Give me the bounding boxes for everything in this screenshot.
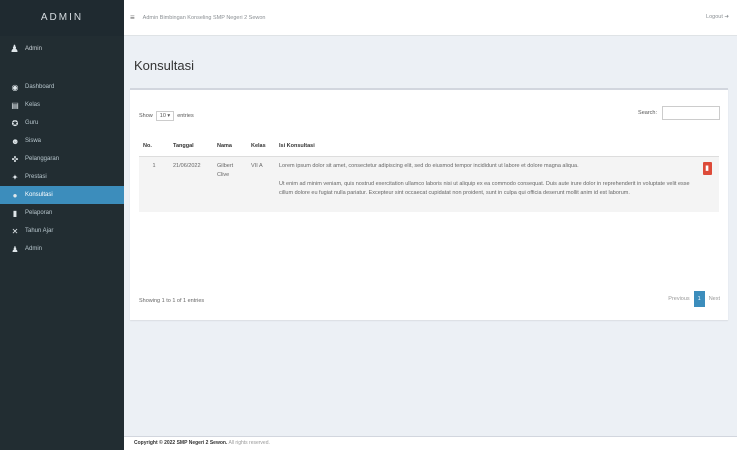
user-icon: ♟ (10, 43, 19, 55)
consultation-paragraph: Ut enim ad minim veniam, quis nostrud ex… (279, 180, 690, 196)
sidebar-item-kelas[interactable]: ▤ Kelas (0, 96, 124, 114)
sidebar-item-label: Prestasi (25, 174, 47, 180)
col-kelas[interactable]: Kelas (247, 136, 275, 157)
col-isi-konsultasi[interactable]: Isi Konsultasi (275, 136, 695, 157)
previous-button[interactable]: Previous (668, 296, 689, 302)
sidebar-item-prestasi[interactable]: ✦ Prestasi (0, 168, 124, 186)
cell-no: 1 (139, 156, 169, 212)
entries-value: 10 (159, 113, 166, 119)
delete-button[interactable]: ▮ (702, 161, 712, 175)
list-icon: ▤ (11, 100, 19, 110)
header-title: Admin Bimbingan Konseling SMP Negeri 2 S… (142, 14, 266, 21)
menu-toggle-icon[interactable]: ≡ (130, 13, 135, 22)
sidebar-item-label: Konsultasi (25, 192, 53, 198)
trash-icon: ▮ (705, 164, 709, 172)
copyright-text: Copyright © 2022 SMP Negeri 2 Sewon. (134, 440, 228, 446)
next-button[interactable]: Next (709, 296, 720, 302)
file-icon: ▮ (12, 208, 18, 218)
sidebar: ADMIN ♟ Admin ◉ Dashboard ▤ Kelas ✪ Guru ☻ Sisw… (0, 0, 124, 450)
entries-select[interactable]: 10 ▾ (155, 111, 175, 121)
cell-action: ▮ (695, 156, 719, 212)
sidebar-item-label: Kelas (25, 102, 41, 108)
page-1-button[interactable]: 1 (693, 291, 705, 307)
sidebar-item-siswa[interactable]: ☻ Siswa (0, 132, 124, 150)
page-footer: Copyright © 2022 SMP Negeri 2 Sewon. All… (124, 436, 737, 450)
entries-label: entries (177, 113, 194, 119)
logout-label: Logout (706, 14, 723, 20)
user-panel[interactable]: ♟ Admin (0, 36, 124, 62)
crossroads-icon: ✕ (11, 226, 19, 236)
sidebar-item-tahun-ajar[interactable]: ✕ Tahun Ajar (0, 222, 124, 240)
chevron-down-icon: ▾ (167, 113, 171, 119)
table-header-row: No. Tanggal Nama Kelas Isi Konsultasi (139, 136, 719, 157)
search-input[interactable] (662, 106, 720, 120)
sidebar-item-guru[interactable]: ✪ Guru (0, 114, 124, 132)
sidebar-item-label: Guru (25, 120, 39, 126)
sidebar-item-label: Pelaporan (25, 210, 53, 216)
rights-text: All rights reserved. (228, 440, 270, 446)
trophy-icon: ✦ (11, 172, 19, 182)
col-no[interactable]: No. (139, 136, 169, 157)
table-row: 1 21/06/2022 Gilbert Clive VII A Lorem i… (139, 156, 719, 212)
col-action (695, 136, 719, 157)
sidebar-item-label: Siswa (25, 138, 42, 144)
col-tanggal[interactable]: Tanggal (169, 136, 213, 157)
sidebar-item-pelanggaran[interactable]: ✜ Pelanggaran (0, 150, 124, 168)
content-box: Show 10 ▾ entries Search: No. Tanggal Na… (130, 88, 728, 320)
chat-icon: ● (12, 190, 18, 200)
show-label: Show (139, 113, 153, 119)
search-box: Search: (638, 106, 720, 120)
search-label: Search: (638, 110, 657, 116)
graduation-icon: ✪ (11, 118, 19, 128)
sidebar-item-label: Admin (25, 246, 43, 252)
consultation-table: No. Tanggal Nama Kelas Isi Konsultasi 1 … (139, 136, 719, 212)
logout-link[interactable]: Logout ➜ (706, 14, 729, 20)
user-icon: ☻ (11, 136, 20, 146)
warning-icon: ✜ (11, 154, 19, 164)
sidebar-item-label: Pelanggaran (25, 156, 60, 162)
cell-tanggal: 21/06/2022 (169, 156, 213, 212)
pagination: Previous 1 Next (668, 291, 720, 307)
table-info: Showing 1 to 1 of 1 entries (139, 298, 205, 304)
sidebar-item-label: Dashboard (25, 84, 55, 90)
cell-nama: Gilbert Clive (213, 156, 247, 212)
person-icon: ♟ (11, 244, 19, 254)
user-name: Admin (24, 46, 42, 52)
logout-icon: ➜ (724, 14, 729, 20)
sidebar-item-pelaporan[interactable]: ▮ Pelaporan (0, 204, 124, 222)
brand-logo[interactable]: ADMIN (0, 0, 124, 36)
sidebar-item-konsultasi[interactable]: ● Konsultasi (0, 186, 124, 204)
cell-isi-konsultasi: Lorem ipsum dolor sit amet, consectetur … (275, 156, 695, 212)
dashboard-icon: ◉ (11, 82, 19, 92)
top-header: ≡ Admin Bimbingan Konseling SMP Negeri 2… (124, 0, 737, 36)
sidebar-item-label: Tahun Ajar (25, 228, 54, 234)
page-title: Konsultasi (134, 58, 194, 73)
sidebar-menu: ◉ Dashboard ▤ Kelas ✪ Guru ☻ Siswa ✜ Pelanggaran ✦… (0, 78, 124, 258)
col-nama[interactable]: Nama (213, 136, 247, 157)
sidebar-item-admin[interactable]: ♟ Admin (0, 240, 124, 258)
sidebar-item-dashboard[interactable]: ◉ Dashboard (0, 78, 124, 96)
cell-kelas: VII A (247, 156, 275, 212)
show-entries: Show 10 ▾ entries (139, 111, 194, 121)
consultation-paragraph: Lorem ipsum dolor sit amet, consectetur … (279, 162, 579, 169)
